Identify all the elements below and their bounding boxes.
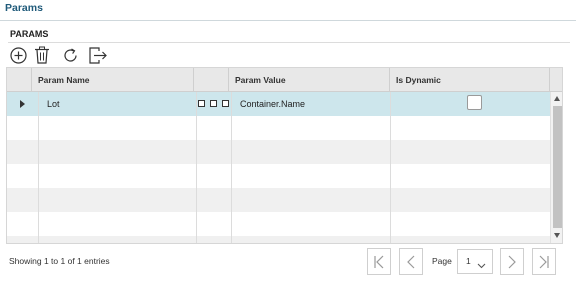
page-label: Page bbox=[432, 256, 452, 266]
export-icon[interactable] bbox=[88, 45, 108, 65]
scroll-thumb[interactable] bbox=[553, 106, 562, 228]
square-icon[interactable] bbox=[198, 100, 205, 107]
section-title: PARAMS bbox=[10, 29, 49, 39]
column-header-param-name[interactable]: Param Name bbox=[32, 68, 194, 92]
page-select[interactable]: 1 bbox=[457, 249, 493, 274]
empty-row bbox=[7, 236, 550, 243]
column-divider bbox=[38, 92, 39, 243]
column-divider bbox=[196, 92, 197, 243]
param-name-cell: Lot bbox=[47, 99, 60, 109]
entries-summary: Showing 1 to 1 of 1 entries bbox=[9, 256, 110, 266]
is-dynamic-checkbox[interactable] bbox=[467, 95, 482, 110]
row-indicator-icon bbox=[20, 100, 25, 108]
delete-icon[interactable] bbox=[32, 45, 52, 65]
empty-row bbox=[7, 164, 550, 188]
title-divider bbox=[0, 20, 576, 21]
column-header-param-value[interactable]: Param Value bbox=[229, 68, 390, 92]
square-icon[interactable] bbox=[210, 100, 217, 107]
chevron-down-icon bbox=[477, 256, 486, 279]
section-divider bbox=[8, 42, 570, 43]
table-row[interactable]: Lot Container.Name bbox=[7, 92, 550, 116]
column-header-is-dynamic[interactable]: Is Dynamic bbox=[390, 68, 550, 92]
prev-page-button[interactable] bbox=[399, 248, 423, 275]
param-value-cell: Container.Name bbox=[240, 99, 306, 109]
empty-row bbox=[7, 188, 550, 212]
next-page-button[interactable] bbox=[500, 248, 524, 275]
column-divider bbox=[390, 92, 391, 243]
vertical-scrollbar[interactable] bbox=[550, 92, 562, 243]
square-icon[interactable] bbox=[222, 100, 229, 107]
add-icon[interactable] bbox=[8, 45, 28, 65]
toolbar bbox=[8, 45, 112, 65]
first-page-button[interactable] bbox=[367, 248, 391, 275]
column-header-actions bbox=[194, 68, 229, 92]
params-table: Param Name Param Value Is Dynamic Lot Co… bbox=[6, 67, 563, 244]
panel-title: Params bbox=[5, 2, 43, 14]
scroll-down-icon[interactable] bbox=[554, 233, 560, 238]
header-selector bbox=[7, 68, 32, 92]
empty-row bbox=[7, 116, 550, 140]
column-divider bbox=[231, 92, 232, 243]
last-page-button[interactable] bbox=[532, 248, 556, 275]
refresh-icon[interactable] bbox=[60, 45, 80, 65]
empty-row bbox=[7, 212, 550, 236]
page-select-value: 1 bbox=[466, 256, 471, 266]
table-header: Param Name Param Value Is Dynamic bbox=[7, 68, 562, 92]
empty-row bbox=[7, 140, 550, 164]
scroll-up-icon[interactable] bbox=[554, 96, 560, 101]
